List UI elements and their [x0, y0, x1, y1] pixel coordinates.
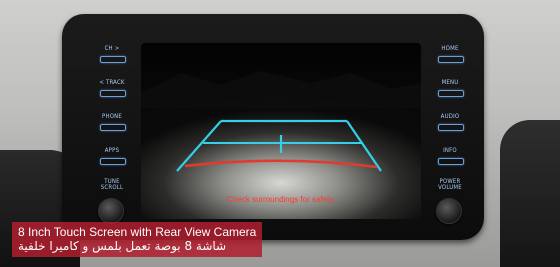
rear-camera-screen: Check surroundings for safety. [141, 43, 421, 219]
tune-scroll-knob[interactable] [98, 198, 124, 224]
track-button-label: < TRACK [99, 79, 125, 86]
info-button-label: INFO [443, 147, 457, 154]
apps-button-label: APPS [104, 147, 120, 154]
photo-scene: CH > < TRACK PHONE APPS TUNE SCROLL HOME… [0, 0, 560, 267]
ch-button[interactable]: CH > [92, 42, 132, 76]
audio-button[interactable]: AUDIO [430, 110, 470, 144]
track-button[interactable]: < TRACK [92, 76, 132, 110]
home-button-label: HOME [441, 45, 459, 52]
phone-button[interactable]: PHONE [92, 110, 132, 144]
rear-camera-view [141, 43, 421, 219]
caption-banner: 8 Inch Touch Screen with Rear View Camer… [12, 222, 263, 257]
phone-button-label: PHONE [101, 113, 122, 120]
safety-warning: Check surroundings for safety. [227, 195, 335, 204]
menu-button[interactable]: MENU [430, 76, 470, 110]
caption-english: 8 Inch Touch Screen with Rear View Camer… [18, 225, 257, 239]
power-volume-label: POWER VOLUME [438, 178, 462, 191]
menu-button-label: MENU [441, 79, 459, 86]
apps-button[interactable]: APPS [92, 144, 132, 178]
info-button[interactable]: INFO [430, 144, 470, 178]
power-volume-knob[interactable] [436, 198, 462, 224]
right-button-column: HOME MENU AUDIO INFO POWER VOLUME [430, 42, 470, 212]
home-button[interactable]: HOME [430, 42, 470, 76]
ch-button-label: CH > [104, 45, 120, 52]
tune-scroll-label: TUNE SCROLL [100, 178, 124, 191]
caption-arabic: شاشة 8 بوصة تعمل بلمس و كاميرا خلفية [18, 239, 227, 253]
left-button-column: CH > < TRACK PHONE APPS TUNE SCROLL [92, 42, 132, 212]
audio-button-label: AUDIO [440, 113, 460, 120]
dashboard-right [500, 120, 560, 267]
